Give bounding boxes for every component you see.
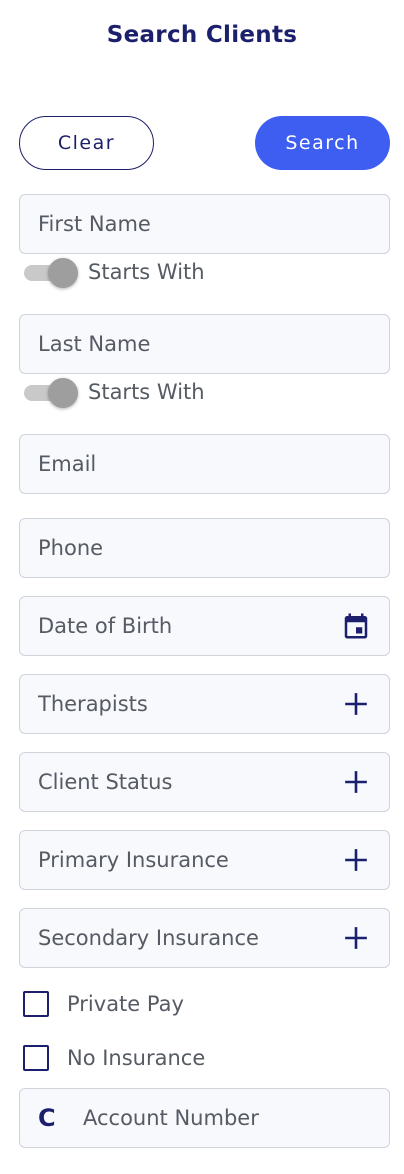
search-button[interactable]: Search — [255, 116, 390, 170]
secondary-insurance-field[interactable]: Secondary Insurance — [19, 908, 390, 968]
account-number-placeholder: Account Number — [83, 1106, 259, 1130]
first-name-starts-with-row: Starts With — [22, 256, 205, 288]
therapists-placeholder: Therapists — [38, 692, 148, 716]
account-c-icon: C — [38, 1104, 56, 1132]
first-name-field[interactable]: First Name — [19, 194, 390, 254]
no-insurance-checkbox[interactable] — [23, 1045, 49, 1071]
toggle-knob — [48, 258, 78, 288]
first-name-placeholder: First Name — [38, 212, 151, 236]
primary-insurance-placeholder: Primary Insurance — [38, 848, 229, 872]
primary-insurance-field[interactable]: Primary Insurance — [19, 830, 390, 890]
clear-button[interactable]: Clear — [19, 116, 154, 170]
secondary-insurance-placeholder: Secondary Insurance — [38, 926, 259, 950]
plus-icon[interactable] — [341, 923, 371, 953]
starts-with-label: Starts With — [88, 260, 205, 284]
starts-with-label: Starts With — [88, 380, 205, 404]
last-name-starts-with-toggle[interactable] — [22, 376, 78, 408]
phone-placeholder: Phone — [38, 536, 104, 560]
account-number-field[interactable]: C Account Number — [19, 1088, 390, 1148]
email-placeholder: Email — [38, 452, 97, 476]
last-name-placeholder: Last Name — [38, 332, 151, 356]
private-pay-checkbox[interactable] — [23, 991, 49, 1017]
no-insurance-row[interactable]: No Insurance — [23, 1044, 205, 1072]
client-status-placeholder: Client Status — [38, 770, 173, 794]
dob-placeholder: Date of Birth — [38, 614, 173, 638]
last-name-starts-with-row: Starts With — [22, 376, 205, 408]
private-pay-row[interactable]: Private Pay — [23, 990, 184, 1018]
therapists-field[interactable]: Therapists — [19, 674, 390, 734]
plus-icon[interactable] — [341, 845, 371, 875]
client-status-field[interactable]: Client Status — [19, 752, 390, 812]
no-insurance-label: No Insurance — [67, 1046, 206, 1070]
private-pay-label: Private Pay — [67, 992, 184, 1016]
dob-field[interactable]: Date of Birth — [19, 596, 390, 656]
phone-field[interactable]: Phone — [19, 518, 390, 578]
email-field[interactable]: Email — [19, 434, 390, 494]
last-name-field[interactable]: Last Name — [19, 314, 390, 374]
first-name-starts-with-toggle[interactable] — [22, 256, 78, 288]
calendar-icon[interactable] — [341, 611, 371, 641]
page-title: Search Clients — [106, 22, 298, 48]
plus-icon[interactable] — [341, 689, 371, 719]
plus-icon[interactable] — [341, 767, 371, 797]
toggle-knob — [48, 378, 78, 408]
